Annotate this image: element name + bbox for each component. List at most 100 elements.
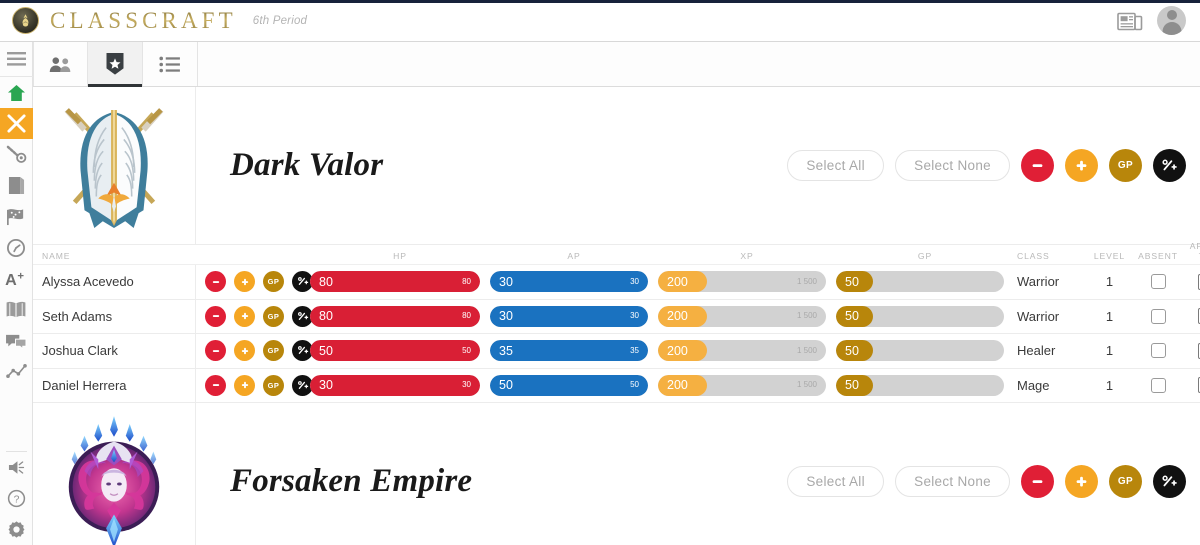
select-all-button[interactable]: Select All [787,150,885,181]
hp-value: 30 [319,378,333,392]
gear-icon [8,521,24,538]
crossed-swords-icon [6,114,26,133]
sidebar-item-help[interactable]: ? [0,483,33,514]
select-all-button[interactable]: Select All [787,466,885,497]
brand-logo[interactable]: CLASSCRAFT [0,0,237,41]
team-percent-button[interactable] [1153,149,1186,182]
gp-value: 50 [845,274,859,289]
row-minus-button[interactable] [205,305,226,327]
ap-value: 50 [499,378,513,392]
gp-bar[interactable]: 50 [836,305,1004,327]
team-minus-button[interactable] [1021,465,1054,498]
hamburger-menu-icon[interactable] [0,42,33,77]
hp-bar[interactable]: 80 80 [310,271,480,293]
team-block: Dark Valor Select All Select None GP NAM… [33,87,1200,403]
student-class: Warrior [1017,308,1060,324]
ap-cell: 30 30 [490,305,658,327]
xp-cell: 200 1 500 [658,305,836,327]
hp-max: 30 [462,380,471,390]
a-plus-icon: A + [5,270,24,288]
line-chart-icon [5,364,27,379]
absent-checkbox[interactable] [1150,308,1166,324]
sidebar-item-home[interactable] [0,77,33,108]
xp-bar[interactable]: 200 1 500 [658,374,826,396]
hp-bar-fill [310,374,480,396]
hp-cell: 80 80 [310,305,490,327]
hp-max: 80 [462,311,471,321]
row-plus-button[interactable] [234,305,255,327]
sidebar-item-sound[interactable] [0,452,33,483]
tab-teams[interactable] [88,42,143,87]
select-none-button[interactable]: Select None [895,466,1010,497]
user-avatar[interactable] [1157,6,1186,35]
hp-bar[interactable]: 50 50 [310,340,480,362]
row-gp-button[interactable]: GP [263,340,284,362]
team-name: Dark Valor [230,147,384,183]
absent-checkbox[interactable] [1150,274,1166,290]
sidebar-item-settings[interactable] [0,514,33,545]
book-icon [8,177,24,194]
gp-bar[interactable]: 50 [836,374,1004,396]
ap-bar[interactable]: 35 35 [490,340,648,362]
team-percent-button[interactable] [1153,465,1186,498]
table-row[interactable]: Alyssa Acevedo GP 80 80 30 30 200 1 500 … [33,265,1200,300]
team-minus-button[interactable] [1021,149,1054,182]
gp-bar[interactable]: 50 [836,271,1004,293]
team-plus-button[interactable] [1065,149,1098,182]
sidebar-item-grades[interactable]: A + [0,263,33,294]
team-crest-cell [33,402,196,545]
team-action-buttons: Select All Select None GP [787,149,1200,182]
news-icon[interactable] [1117,10,1143,32]
ap-value: 35 [499,343,513,358]
absent-checkbox[interactable] [1150,377,1166,393]
tab-students[interactable] [33,42,88,86]
row-minus-button[interactable] [205,340,226,362]
col-apply-to: APPLY TO [1189,241,1200,261]
ap-bar[interactable]: 30 30 [490,271,648,293]
sidebar-item-battle[interactable] [0,108,33,139]
row-minus-button[interactable] [205,374,226,396]
sidebar-item-boss-battle[interactable] [0,201,33,232]
row-gp-button[interactable]: GP [263,374,284,396]
column-header-row: NAME HP AP XP GP CLASS LEVEL ABSENT APPL… [33,241,1200,265]
xp-bar[interactable]: 200 1 500 [658,271,826,293]
row-minus-button[interactable] [205,271,226,293]
hp-bar-fill [310,305,480,327]
hp-value: 80 [319,309,333,323]
select-none-button[interactable]: Select None [895,150,1010,181]
teams-scroll-area[interactable]: Dark Valor Select All Select None GP NAM… [33,87,1200,545]
team-plus-button[interactable] [1065,465,1098,498]
gp-bar[interactable]: 50 [836,340,1004,362]
row-plus-button[interactable] [234,374,255,396]
xp-bar[interactable]: 200 1 500 [658,340,826,362]
row-plus-button[interactable] [234,271,255,293]
sidebar-item-analytics[interactable] [0,356,33,387]
row-plus-button[interactable] [234,340,255,362]
sidebar-item-library[interactable] [0,294,33,325]
xp-value: 200 [667,274,688,289]
tab-list[interactable] [143,42,198,86]
row-gp-button[interactable]: GP [263,305,284,327]
absent-checkbox[interactable] [1150,343,1166,359]
hp-bar[interactable]: 30 30 [310,374,480,396]
sidebar-item-grimoire[interactable] [0,170,33,201]
student-name: Alyssa Acevedo [33,265,196,299]
table-row[interactable]: Daniel Herrera GP 30 30 50 50 200 1 500 … [33,368,1200,403]
hp-max: 80 [462,276,471,286]
chat-bubbles-icon [6,334,27,350]
sidebar-item-quests[interactable] [0,139,33,170]
sidebar-item-messages[interactable] [0,325,33,356]
xp-bar[interactable]: 200 1 500 [658,305,826,327]
xp-cell: 200 1 500 [658,271,836,293]
xp-value: 200 [667,378,688,392]
sidebar-item-timer[interactable] [0,232,33,263]
team-gp-button[interactable]: GP [1109,149,1142,182]
row-gp-button[interactable]: GP [263,271,284,293]
ap-bar[interactable]: 50 50 [490,374,648,396]
table-row[interactable]: Joshua Clark GP 50 50 35 35 200 1 500 50… [33,334,1200,369]
team-gp-button[interactable]: GP [1109,465,1142,498]
hp-bar[interactable]: 80 80 [310,305,480,327]
ap-bar[interactable]: 30 30 [490,305,648,327]
table-row[interactable]: Seth Adams GP 80 80 30 30 200 1 500 50 W… [33,299,1200,334]
row-action-buttons: GP [196,305,313,327]
